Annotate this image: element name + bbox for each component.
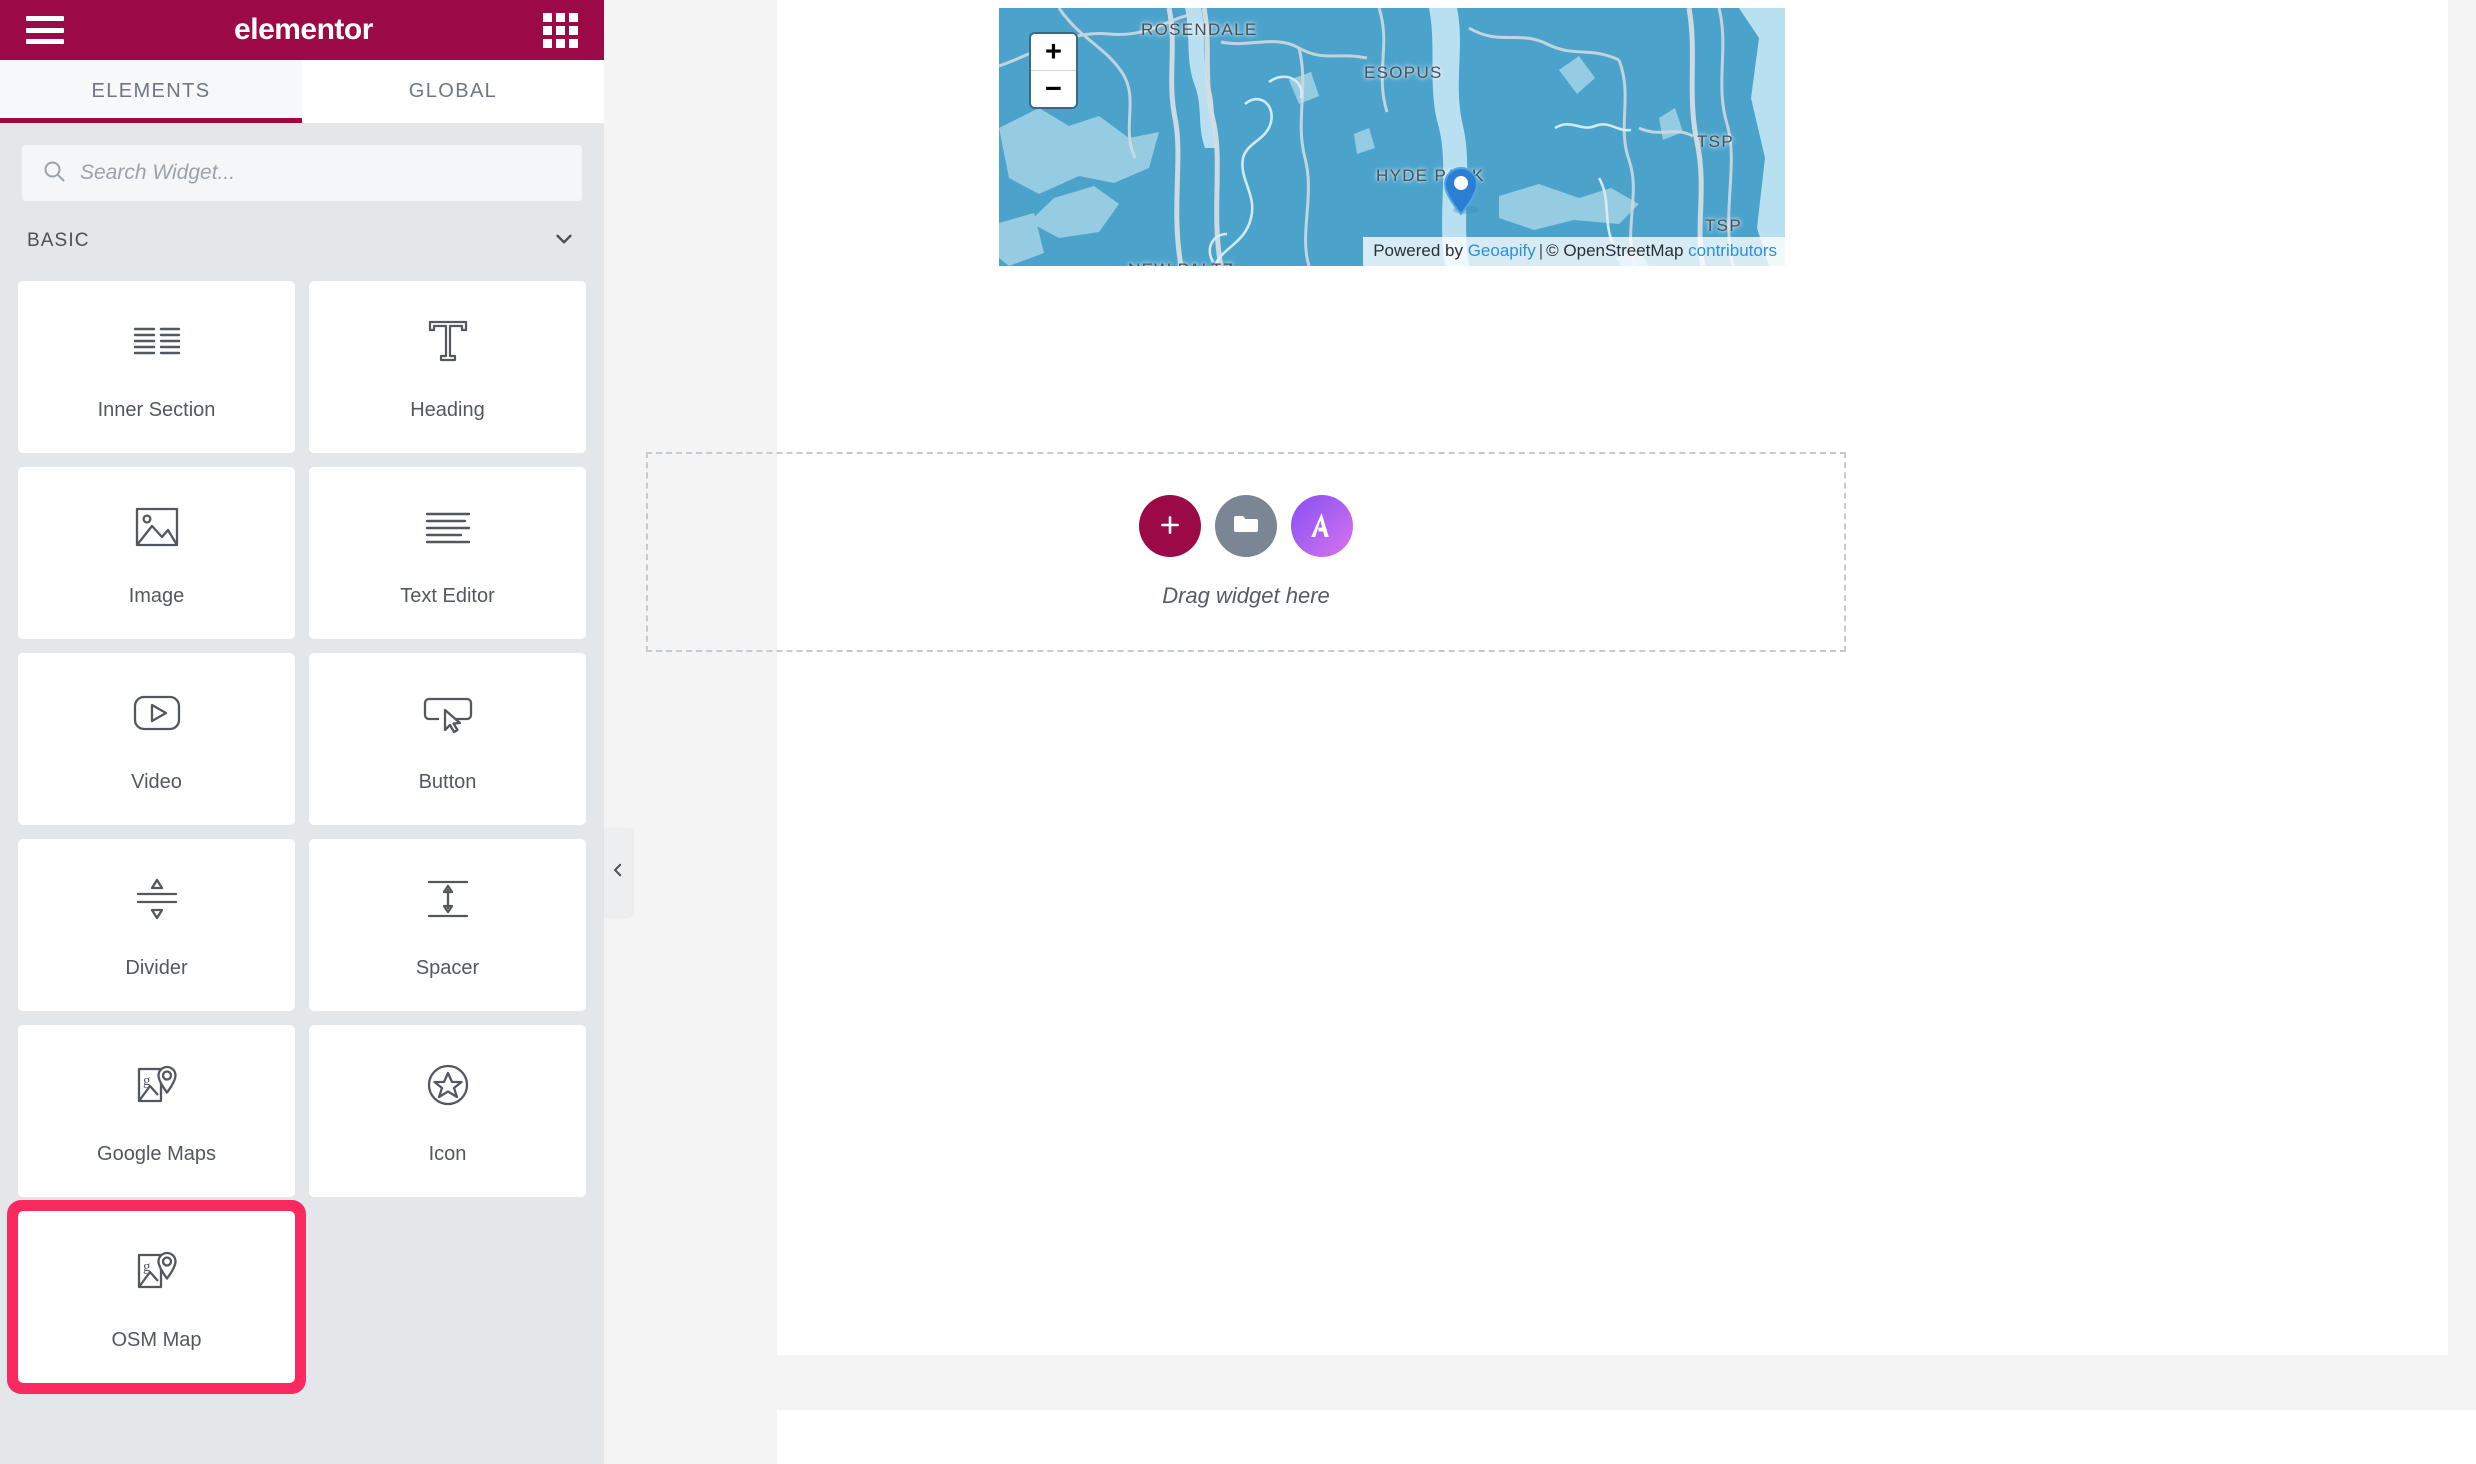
dropzone-actions <box>1139 495 1353 557</box>
map-label-new-paltz: NEW PALTZ <box>1128 260 1234 266</box>
map-label-rosendale: ROSENDALE <box>1141 20 1258 39</box>
widget-label: Button <box>418 770 477 793</box>
attribution-copyright: © OpenStreetMap <box>1546 241 1689 260</box>
plus-icon <box>1157 512 1183 541</box>
map-zoom-controls[interactable]: + − <box>1029 32 1078 109</box>
text-editor-icon <box>421 499 475 555</box>
spacer-icon <box>421 871 475 927</box>
heading-t-icon <box>422 313 474 369</box>
page-gray-strip <box>777 1355 2476 1410</box>
elementor-logo: elementor <box>234 13 373 46</box>
search-box[interactable] <box>22 145 582 201</box>
widget-dropzone[interactable]: Drag widget here <box>646 452 1846 652</box>
widget-heading[interactable]: Heading <box>309 281 586 453</box>
inner-section-icon <box>129 313 185 369</box>
editor-canvas: + − ROSENDALE ESOPUS HYDE PARK TSP TSP N… <box>604 0 2476 1464</box>
chevron-left-icon <box>609 861 627 884</box>
widget-inner-section[interactable]: Inner Section <box>18 281 295 453</box>
widget-label: Spacer <box>415 956 480 979</box>
widget-label: Video <box>131 770 182 793</box>
widget-label: Image <box>128 584 185 607</box>
svg-text:g: g <box>143 1073 151 1089</box>
search-section <box>0 123 604 201</box>
video-play-icon <box>130 685 184 741</box>
widget-button[interactable]: Button <box>309 653 586 825</box>
tab-global[interactable]: GLOBAL <box>302 60 604 123</box>
widget-label: OSM Map <box>111 1328 202 1351</box>
map-pin-icon: g <box>131 1243 183 1299</box>
widgets-panel: elementor ELEMENTS GLOBAL BASIC <box>0 0 604 1464</box>
widget-video[interactable]: Video <box>18 653 295 825</box>
section-basic-header[interactable]: BASIC <box>0 201 604 281</box>
widget-label: Heading <box>410 398 485 421</box>
hamburger-icon[interactable] <box>26 16 64 44</box>
zoom-out-button[interactable]: − <box>1031 70 1076 107</box>
map-marker-pin[interactable] <box>1443 166 1479 221</box>
panel-tabs: ELEMENTS GLOBAL <box>0 60 604 123</box>
folder-icon <box>1232 512 1260 541</box>
section-basic-title: BASIC <box>27 230 90 251</box>
osm-map-widget[interactable]: + − ROSENDALE ESOPUS HYDE PARK TSP TSP N… <box>999 8 1785 266</box>
attribution-prefix: Powered by <box>1373 241 1468 260</box>
search-input[interactable] <box>80 161 562 185</box>
add-template-button[interactable] <box>1215 495 1277 557</box>
search-icon <box>42 159 66 188</box>
map-label-tsp-lower: TSP <box>1705 216 1742 235</box>
widget-grid: Inner Section Heading Image Text Editor … <box>0 281 604 1394</box>
panel-collapse-handle[interactable] <box>604 828 632 916</box>
widget-spacer[interactable]: Spacer <box>309 839 586 1011</box>
widget-google-maps[interactable]: g Google Maps <box>18 1025 295 1197</box>
geoapify-link[interactable]: Geoapify <box>1468 241 1536 260</box>
chevron-down-icon[interactable] <box>551 226 577 257</box>
elementor-editor: elementor ELEMENTS GLOBAL BASIC <box>0 0 2476 1464</box>
widget-label: Google Maps <box>97 1142 216 1165</box>
contributors-link[interactable]: contributors <box>1688 241 1777 260</box>
panel-header: elementor <box>0 0 604 60</box>
widget-image[interactable]: Image <box>18 467 295 639</box>
ai-button[interactable] <box>1291 495 1353 557</box>
map-pin-icon: g <box>131 1057 183 1113</box>
image-icon <box>132 499 182 555</box>
divider-icon <box>130 871 184 927</box>
widget-label: Text Editor <box>400 584 495 607</box>
widget-label: Icon <box>428 1142 467 1165</box>
svg-text:g: g <box>143 1259 151 1275</box>
ai-a-icon <box>1307 510 1337 543</box>
add-element-button[interactable] <box>1139 495 1201 557</box>
grid-apps-icon[interactable] <box>542 12 578 48</box>
dropzone-text: Drag widget here <box>1162 583 1330 608</box>
widget-osm-map[interactable]: g OSM Map <box>7 1200 306 1394</box>
attribution-separator: | <box>1538 241 1544 260</box>
button-cursor-icon <box>421 685 475 741</box>
star-circle-icon <box>423 1057 473 1113</box>
zoom-in-button[interactable]: + <box>1031 34 1076 70</box>
widget-label: Divider <box>125 956 188 979</box>
map-attribution: Powered by Geoapify | © OpenStreetMap cont… <box>1363 237 1785 266</box>
widget-divider[interactable]: Divider <box>18 839 295 1011</box>
widget-text-editor[interactable]: Text Editor <box>309 467 586 639</box>
tab-elements[interactable]: ELEMENTS <box>0 60 302 123</box>
widget-label: Inner Section <box>97 398 216 421</box>
map-label-tsp-upper: TSP <box>1697 132 1734 151</box>
widget-icon[interactable]: Icon <box>309 1025 586 1197</box>
page-body-bottom <box>777 1410 2476 1464</box>
map-label-esopus: ESOPUS <box>1364 63 1443 82</box>
